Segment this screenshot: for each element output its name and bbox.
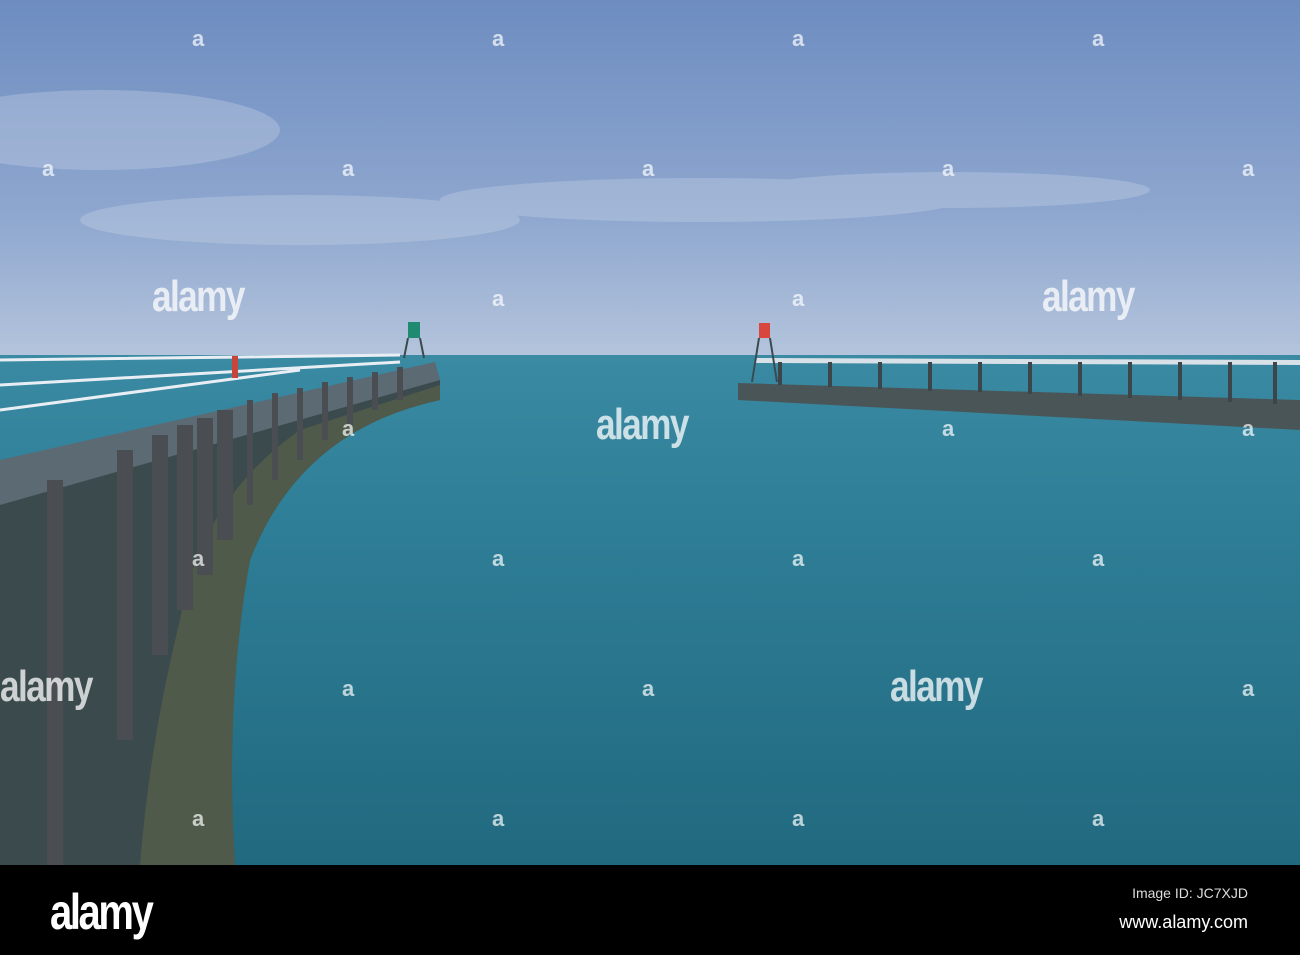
footer-bar: alamy Image ID: JC7XJD www.alamy.com [0,865,1300,955]
watermark-mark: a [1092,26,1105,51]
watermark-mark: a [1092,806,1105,831]
watermark-mark: a [942,416,955,441]
watermark-mark: a [792,26,805,51]
watermark-mark: a [342,156,355,181]
watermark-text: alamy [0,662,93,711]
watermark-mark: a [1242,156,1255,181]
watermark-mark: a [192,26,205,51]
image-id: Image ID: JC7XJD [1132,885,1248,901]
website-link[interactable]: www.alamy.com [1119,912,1248,933]
watermark-mark: a [942,156,955,181]
watermark-mark: a [42,156,55,181]
watermark-mark: a [342,676,355,701]
watermark-mark: a [642,676,655,701]
stock-photo-page: alamy alamy alamy alamy alamy a a a a a … [0,0,1300,955]
watermark-text: alamy [890,662,983,711]
watermark-mark: a [342,416,355,441]
watermark-mark: a [792,806,805,831]
watermark-mark: a [492,546,505,571]
watermark-text: alamy [1042,272,1135,321]
watermark-mark: a [192,546,205,571]
watermark-mark: a [192,806,205,831]
watermark-mark: a [492,286,505,311]
watermark-mark: a [792,286,805,311]
alamy-logo: alamy [50,884,154,940]
watermark-mark: a [642,156,655,181]
watermark-mark: a [1242,416,1255,441]
watermark-mark: a [1092,546,1105,571]
watermark-text: alamy [596,400,689,449]
watermark-mark: a [792,546,805,571]
watermark-mark: a [492,806,505,831]
watermark-mark: a [492,26,505,51]
watermark-text: alamy [152,272,245,321]
watermark-mark: a [1242,676,1255,701]
